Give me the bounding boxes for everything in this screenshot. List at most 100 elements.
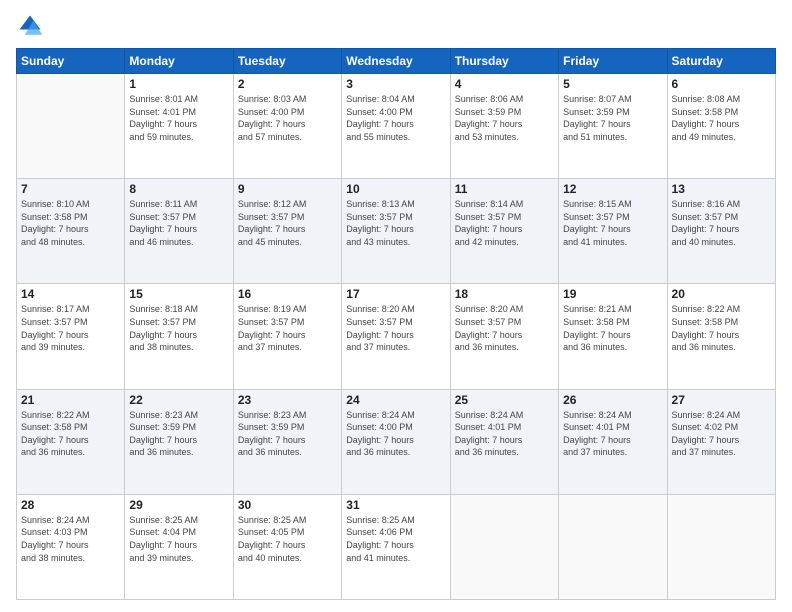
day-number: 1 [129,77,228,91]
calendar-cell: 18 Sunrise: 8:20 AM Sunset: 3:57 PM Dayli… [450,284,558,389]
day-info: Sunrise: 8:25 AM Sunset: 4:04 PM Dayligh… [129,514,228,564]
day-info: Sunrise: 8:20 AM Sunset: 3:57 PM Dayligh… [346,303,445,353]
calendar-cell: 16Sunrise: 8:19 AM Sunset: 3:57 PM Dayli… [233,284,341,389]
day-number: 27 [672,393,771,407]
day-info: Sunrise: 8:15 AM Sunset: 3:57 PM Dayligh… [563,198,662,248]
day-number: 6 [672,77,771,91]
day-number: 15 [129,287,228,301]
day-number: 28 [21,498,120,512]
day-info: Sunrise: 8:20 AM Sunset: 3:57 PM Dayligh… [455,303,554,353]
day-number: 17 [346,287,445,301]
day-number: 4 [455,77,554,91]
day-info: Sunrise: 8:18 AM Sunset: 3:57 PM Dayligh… [129,303,228,353]
calendar-day-header: Thursday [450,49,558,74]
day-number: 25 [455,393,554,407]
day-number: 24 [346,393,445,407]
day-info: Sunrise: 8:08 AM Sunset: 3:58 PM Dayligh… [672,93,771,143]
day-info: Sunrise: 8:06 AM Sunset: 3:59 PM Dayligh… [455,93,554,143]
calendar-cell: 22 Sunrise: 8:23 AM Sunset: 3:59 PM Dayli… [125,389,233,494]
day-number: 22 [129,393,228,407]
calendar-cell: 17 Sunrise: 8:20 AM Sunset: 3:57 PM Dayli… [342,284,450,389]
header [16,12,776,40]
calendar-day-header: Monday [125,49,233,74]
day-info: Sunrise: 8:24 AM Sunset: 4:00 PM Dayligh… [346,409,445,459]
calendar-cell: 25Sunrise: 8:24 AM Sunset: 4:01 PM Dayli… [450,389,558,494]
logo-icon [16,12,44,40]
day-number: 16 [238,287,337,301]
calendar-cell: 28 Sunrise: 8:24 AM Sunset: 4:03 PM Dayli… [17,494,125,599]
calendar-day-header: Sunday [17,49,125,74]
day-number: 20 [672,287,771,301]
day-number: 31 [346,498,445,512]
calendar-week-row: 7 Sunrise: 8:10 AM Sunset: 3:58 PM Daylig… [17,179,776,284]
calendar-cell: 5 Sunrise: 8:07 AM Sunset: 3:59 PM Daylig… [559,74,667,179]
calendar-week-row: 1 Sunrise: 8:01 AM Sunset: 4:01 PM Daylig… [17,74,776,179]
day-number: 26 [563,393,662,407]
calendar-cell: 21 Sunrise: 8:22 AM Sunset: 3:58 PM Dayli… [17,389,125,494]
calendar-cell: 29 Sunrise: 8:25 AM Sunset: 4:04 PM Dayli… [125,494,233,599]
calendar-cell: 8 Sunrise: 8:11 AM Sunset: 3:57 PM Daylig… [125,179,233,284]
day-number: 21 [21,393,120,407]
day-info: Sunrise: 8:07 AM Sunset: 3:59 PM Dayligh… [563,93,662,143]
calendar-cell: 3Sunrise: 8:04 AM Sunset: 4:00 PM Daylig… [342,74,450,179]
calendar-cell [450,494,558,599]
day-info: Sunrise: 8:25 AM Sunset: 4:06 PM Dayligh… [346,514,445,564]
day-info: Sunrise: 8:21 AM Sunset: 3:58 PM Dayligh… [563,303,662,353]
calendar-week-row: 28 Sunrise: 8:24 AM Sunset: 4:03 PM Dayli… [17,494,776,599]
calendar-cell: 7 Sunrise: 8:10 AM Sunset: 3:58 PM Daylig… [17,179,125,284]
calendar-cell: 27 Sunrise: 8:24 AM Sunset: 4:02 PM Dayli… [667,389,775,494]
day-number: 10 [346,182,445,196]
day-info: Sunrise: 8:11 AM Sunset: 3:57 PM Dayligh… [129,198,228,248]
day-number: 29 [129,498,228,512]
day-number: 8 [129,182,228,196]
day-number: 3 [346,77,445,91]
day-number: 9 [238,182,337,196]
calendar-day-header: Saturday [667,49,775,74]
calendar-table: SundayMondayTuesdayWednesdayThursdayFrid… [16,48,776,600]
day-info: Sunrise: 8:16 AM Sunset: 3:57 PM Dayligh… [672,198,771,248]
day-info: Sunrise: 8:13 AM Sunset: 3:57 PM Dayligh… [346,198,445,248]
page: SundayMondayTuesdayWednesdayThursdayFrid… [0,0,792,612]
calendar-cell: 4 Sunrise: 8:06 AM Sunset: 3:59 PM Daylig… [450,74,558,179]
calendar-day-header: Wednesday [342,49,450,74]
day-number: 2 [238,77,337,91]
calendar-cell: 2 Sunrise: 8:03 AM Sunset: 4:00 PM Daylig… [233,74,341,179]
day-info: Sunrise: 8:01 AM Sunset: 4:01 PM Dayligh… [129,93,228,143]
day-number: 23 [238,393,337,407]
calendar-cell: 6 Sunrise: 8:08 AM Sunset: 3:58 PM Daylig… [667,74,775,179]
calendar-cell: 11Sunrise: 8:14 AM Sunset: 3:57 PM Dayli… [450,179,558,284]
calendar-cell [667,494,775,599]
day-number: 14 [21,287,120,301]
calendar-cell: 31 Sunrise: 8:25 AM Sunset: 4:06 PM Dayli… [342,494,450,599]
day-info: Sunrise: 8:22 AM Sunset: 3:58 PM Dayligh… [672,303,771,353]
day-info: Sunrise: 8:03 AM Sunset: 4:00 PM Dayligh… [238,93,337,143]
day-info: Sunrise: 8:24 AM Sunset: 4:03 PM Dayligh… [21,514,120,564]
day-number: 18 [455,287,554,301]
calendar-cell: 1 Sunrise: 8:01 AM Sunset: 4:01 PM Daylig… [125,74,233,179]
day-number: 30 [238,498,337,512]
day-info: Sunrise: 8:17 AM Sunset: 3:57 PM Dayligh… [21,303,120,353]
day-info: Sunrise: 8:25 AM Sunset: 4:05 PM Dayligh… [238,514,337,564]
logo [16,12,48,40]
day-number: 5 [563,77,662,91]
day-info: Sunrise: 8:10 AM Sunset: 3:58 PM Dayligh… [21,198,120,248]
calendar-cell [559,494,667,599]
day-info: Sunrise: 8:24 AM Sunset: 4:01 PM Dayligh… [563,409,662,459]
day-info: Sunrise: 8:22 AM Sunset: 3:58 PM Dayligh… [21,409,120,459]
day-info: Sunrise: 8:12 AM Sunset: 3:57 PM Dayligh… [238,198,337,248]
calendar-cell: 14 Sunrise: 8:17 AM Sunset: 3:57 PM Dayli… [17,284,125,389]
calendar-cell: 23 Sunrise: 8:23 AM Sunset: 3:59 PM Dayli… [233,389,341,494]
calendar-cell [17,74,125,179]
day-number: 7 [21,182,120,196]
calendar-day-header: Friday [559,49,667,74]
calendar-cell: 13Sunrise: 8:16 AM Sunset: 3:57 PM Dayli… [667,179,775,284]
calendar-week-row: 14 Sunrise: 8:17 AM Sunset: 3:57 PM Dayli… [17,284,776,389]
calendar-header-row: SundayMondayTuesdayWednesdayThursdayFrid… [17,49,776,74]
calendar-cell: 15 Sunrise: 8:18 AM Sunset: 3:57 PM Dayli… [125,284,233,389]
day-info: Sunrise: 8:24 AM Sunset: 4:02 PM Dayligh… [672,409,771,459]
day-info: Sunrise: 8:23 AM Sunset: 3:59 PM Dayligh… [238,409,337,459]
calendar-cell: 24 Sunrise: 8:24 AM Sunset: 4:00 PM Dayli… [342,389,450,494]
day-number: 11 [455,182,554,196]
day-info: Sunrise: 8:23 AM Sunset: 3:59 PM Dayligh… [129,409,228,459]
calendar-cell: 10 Sunrise: 8:13 AM Sunset: 3:57 PM Dayli… [342,179,450,284]
